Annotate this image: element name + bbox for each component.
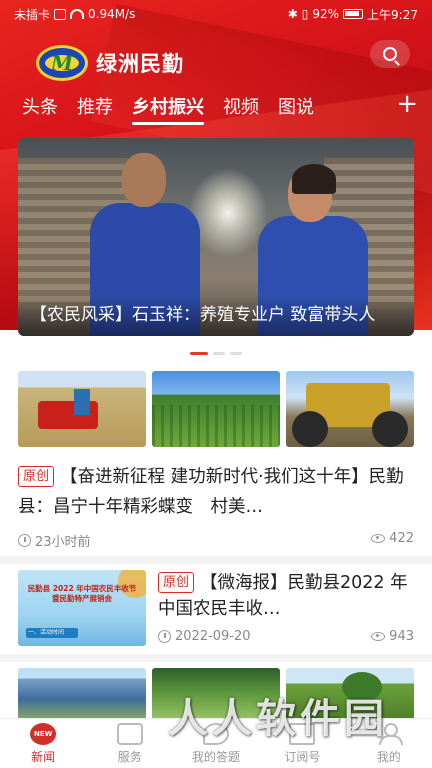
vibrate-icon: ▯ xyxy=(301,7,309,21)
sim-status: 未插卡 xyxy=(14,7,51,22)
clock-time: 上午9:27 xyxy=(367,7,418,22)
nav-service[interactable]: 服务 xyxy=(87,722,173,765)
network-speed: 0.94M/s xyxy=(88,7,136,21)
search-icon xyxy=(383,47,397,61)
channel-tabs: 头条 推荐 乡村振兴 视频 图说 + xyxy=(0,88,432,125)
original-badge: 原创 xyxy=(18,466,55,487)
battery-percent: 92% xyxy=(312,7,340,21)
wifi-icon xyxy=(70,9,85,19)
app-logo: M xyxy=(36,45,88,81)
banner-carousel[interactable]: 【农民风采】石玉祥：养殖专业户 致富带头人 xyxy=(18,138,414,336)
news-time: 23小时前 xyxy=(18,531,91,550)
app-bar: M 绿洲民勤 xyxy=(0,40,432,86)
service-icon xyxy=(116,722,143,745)
news-item[interactable]: 原创 【奋进新征程 建功新时代·我们这十年】民勤县：昌宁十年精彩蝶变 村美… xyxy=(18,462,414,522)
tab-xiangcun-zhenxing[interactable]: 乡村振兴 xyxy=(132,93,204,125)
original-badge: 原创 xyxy=(158,572,195,593)
tab-shipin[interactable]: 视频 xyxy=(223,93,259,119)
news-title: 原创 【奋进新征程 建功新时代·我们这十年】民勤县：昌宁十年精彩蝶变 村美… xyxy=(18,466,404,517)
news-thumbnail-row[interactable] xyxy=(18,371,414,447)
nav-news[interactable]: NEW 新闻 xyxy=(0,722,86,765)
poster-thumbnail: 民勤县 2022 年中国农民丰收节暨民勤特产展销会 一、活动时间 xyxy=(18,570,146,646)
clock-icon xyxy=(18,534,31,547)
tab-tushuo[interactable]: 图说 xyxy=(278,93,314,119)
eye-icon xyxy=(371,632,386,641)
watermark: 人人软件园 xyxy=(168,696,388,742)
news-title: 原创 【微海报】民勤县2022 年中国农民丰收… xyxy=(158,572,408,619)
harvest-photo xyxy=(18,371,146,447)
tab-tuijian[interactable]: 推荐 xyxy=(77,93,113,119)
carousel-dot xyxy=(230,352,242,355)
sim-icon xyxy=(54,8,67,20)
tab-toutiao[interactable]: 头条 xyxy=(22,93,58,119)
carousel-indicator xyxy=(0,352,432,355)
loader-photo xyxy=(286,371,414,447)
banner-caption: 【农民风采】石玉祥：养殖专业户 致富带头人 xyxy=(18,295,414,336)
section-divider xyxy=(0,654,432,662)
bluetooth-icon: ✱ xyxy=(287,7,298,21)
news-date: 2022-09-20 xyxy=(158,629,251,644)
section-divider xyxy=(0,556,432,564)
add-channel-icon[interactable]: + xyxy=(396,90,418,118)
field-photo xyxy=(152,371,280,447)
app-title: 绿洲民勤 xyxy=(96,52,184,76)
eye-icon xyxy=(371,534,386,543)
view-count: 422 xyxy=(371,531,414,546)
search-button[interactable] xyxy=(370,40,410,68)
carousel-dot-active xyxy=(190,352,208,355)
greenhouse-photo xyxy=(18,668,146,720)
news-icon: NEW xyxy=(30,722,57,745)
carousel-dot xyxy=(213,352,225,355)
view-count: 943 xyxy=(371,629,414,644)
status-bar: 未插卡 0.94M/s ✱ ▯ 92% 上午9:27 xyxy=(0,0,432,28)
clock-icon xyxy=(158,630,171,643)
battery-icon xyxy=(343,9,364,19)
